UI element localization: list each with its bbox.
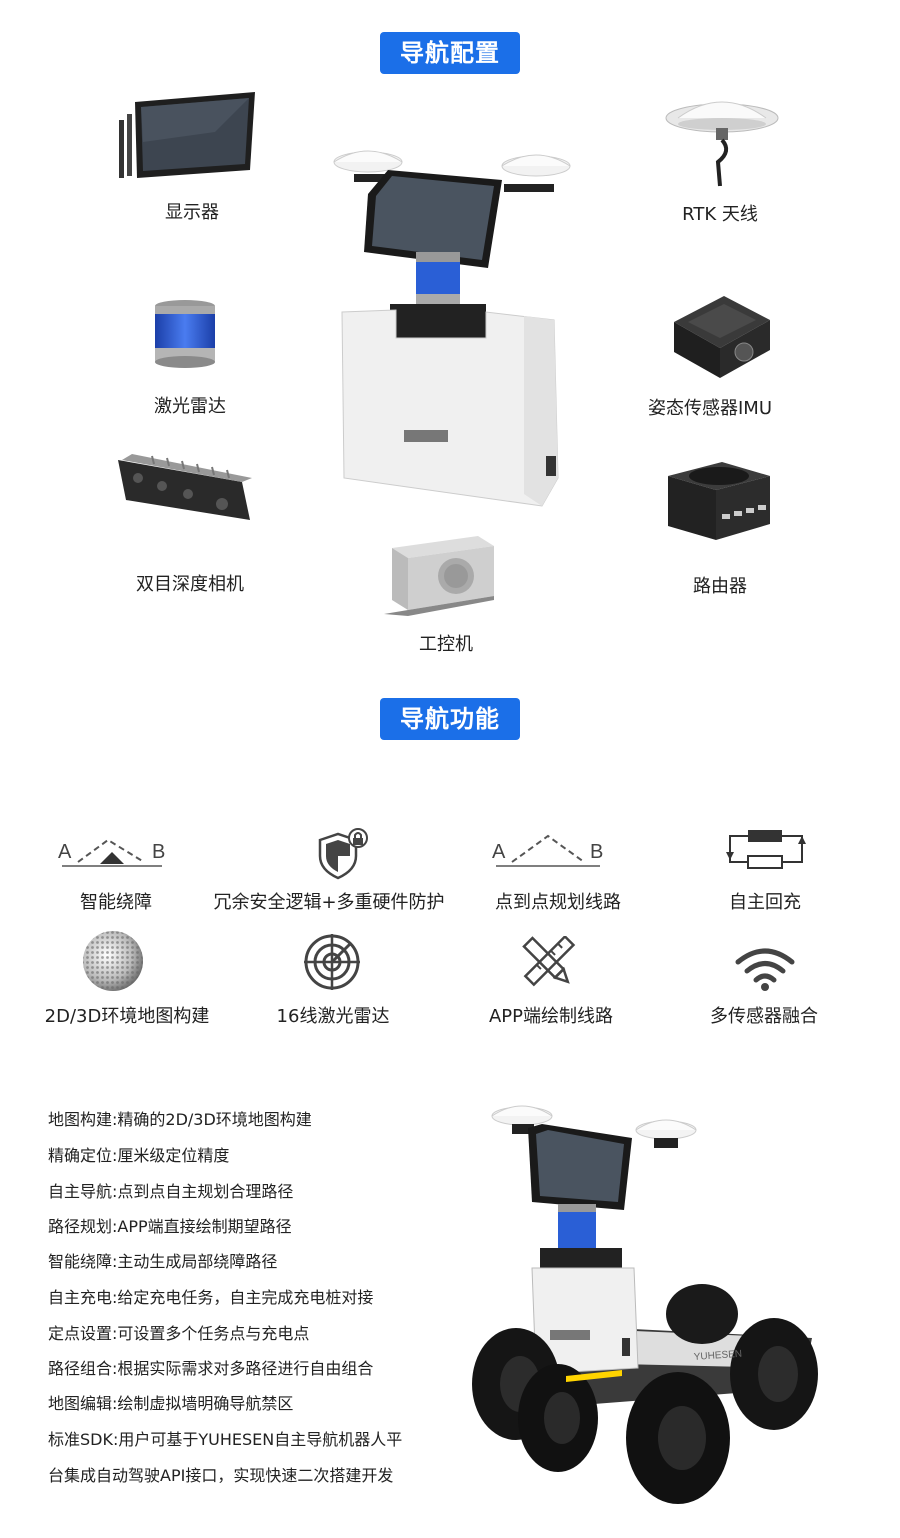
feature-description: 地图构建:精确的2D/3D环境地图构建	[48, 1110, 312, 1129]
feature-label: 自主回充	[729, 892, 801, 913]
point-to-point-icon: A B	[492, 830, 604, 870]
router-image	[664, 458, 774, 544]
imu-image	[664, 282, 776, 386]
svg-text:B: B	[590, 841, 603, 863]
feature-description: 台集成自动驾驶API接口，实现快速二次搭建开发	[48, 1466, 394, 1485]
feature-description: 智能绕障:主动生成局部绕障路径	[48, 1252, 278, 1271]
feature-description: 精确定位:厘米级定位精度	[48, 1146, 230, 1165]
feature-description: 路径规划:APP端直接绘制期望路径	[48, 1217, 292, 1236]
function-section-title: 导航功能	[380, 698, 520, 740]
obstacle-avoid-icon: A B	[58, 828, 166, 872]
navigation-kit-image	[328, 144, 572, 512]
radar-icon	[302, 932, 362, 992]
feature-label: 多传感器融合	[710, 1006, 818, 1027]
feature-label: APP端绘制线路	[488, 1006, 614, 1027]
sphere-map-icon	[80, 930, 146, 992]
router-label: 路由器	[693, 576, 747, 597]
ipc-label: 工控机	[419, 634, 473, 655]
feature-description: 标准SDK:用户可基于YUHESEN自主导航机器人平	[48, 1430, 403, 1449]
feature-label: 点到点规划线路	[495, 892, 621, 913]
feature-label: 智能绕障	[80, 892, 152, 913]
feature-label: 冗余安全逻辑+多重硬件防护	[213, 892, 445, 913]
imu-label: 姿态传感器IMU	[647, 398, 772, 419]
shield-lock-icon	[312, 826, 372, 880]
display-label: 显示器	[165, 202, 219, 223]
rtk-antenna-image	[662, 96, 782, 188]
svg-text:A: A	[58, 841, 72, 863]
feature-description: 定点设置:可设置多个任务点与充电点	[48, 1324, 310, 1343]
feature-description: 自主导航:点到点自主规划合理路径	[48, 1182, 294, 1201]
feature-description: 自主充电:给定充电任务，自主完成充电桩对接	[48, 1288, 374, 1307]
feature-description: 路径组合:根据实际需求对多路径进行自由组合	[48, 1359, 374, 1378]
wifi-icon	[734, 946, 796, 992]
svg-text:B: B	[152, 841, 165, 863]
ruler-pencil-icon	[520, 936, 576, 988]
feature-description: 地图编辑:绘制虚拟墙明确导航禁区	[48, 1394, 294, 1413]
depth-camera-label: 双目深度相机	[136, 574, 244, 595]
robot-vehicle-image: YUHESEN	[462, 1098, 862, 1518]
config-section-title: 导航配置	[380, 32, 520, 74]
battery-recharge-icon	[720, 826, 810, 876]
svg-text:A: A	[492, 841, 506, 863]
feature-label: 2D/3D环境地图构建	[44, 1006, 210, 1027]
depth-camera-image	[112, 448, 256, 532]
feature-label: 16线激光雷达	[276, 1006, 390, 1027]
ipc-image	[384, 530, 498, 618]
display-image	[115, 92, 255, 182]
rtk-antenna-label: RTK 天线	[682, 204, 758, 225]
lidar-label: 激光雷达	[154, 396, 226, 417]
lidar-image	[152, 298, 218, 370]
